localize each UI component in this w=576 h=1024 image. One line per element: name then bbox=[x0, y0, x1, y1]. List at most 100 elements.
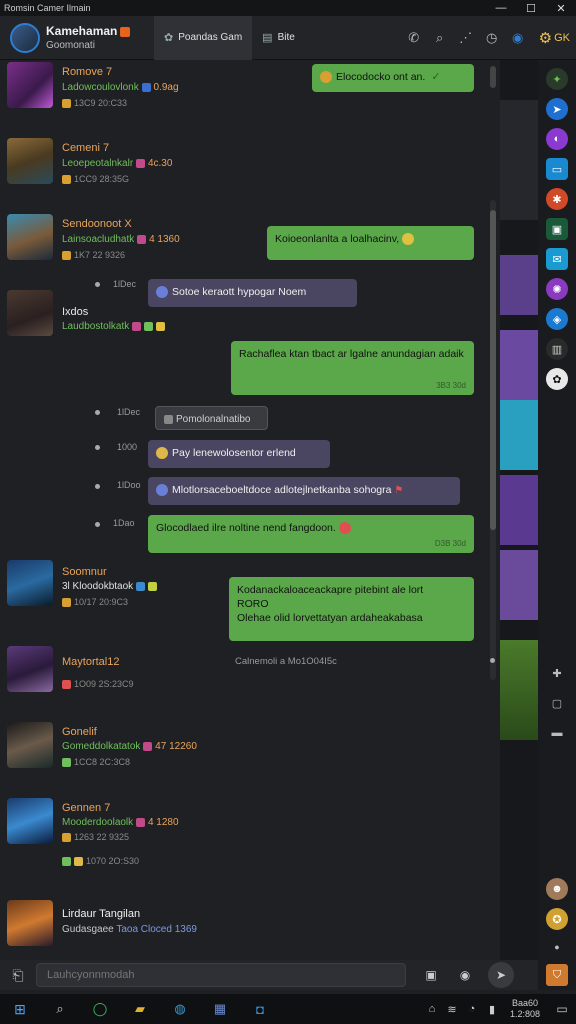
star-icon bbox=[62, 99, 71, 109]
folder-icon[interactable]: ▰ bbox=[120, 1001, 160, 1017]
user-name: Gennen 7 bbox=[62, 802, 111, 814]
app-sidebar: ✦ ➤ ◐ ▭ ✱ ▣ ✉ ✺ ◈ ▥ ✿ ✚ ▢ ▬ ☻ ✪ ● ⛉ bbox=[538, 60, 576, 990]
ball-icon[interactable]: ✿ bbox=[546, 368, 568, 390]
user-name: Sendoonoot X bbox=[62, 218, 132, 230]
toggle-icon[interactable]: ▥ bbox=[546, 338, 568, 360]
maximize-button[interactable]: ☐ bbox=[516, 2, 546, 15]
tab-poandas-gam[interactable]: ✿ Poandas Gam bbox=[154, 15, 253, 60]
controller-icon[interactable]: ▢ bbox=[546, 692, 568, 714]
user-avatar[interactable] bbox=[7, 138, 53, 184]
share-icon[interactable]: ⋰ bbox=[453, 30, 479, 46]
mail-icon[interactable]: ◐ bbox=[546, 128, 568, 150]
user-avatar[interactable] bbox=[7, 646, 53, 692]
message-bubble[interactable]: Mlotlorsaceboeltdoce adlotejlnetkanba so… bbox=[148, 477, 460, 505]
emoji-icon bbox=[320, 71, 332, 84]
compass-icon[interactable]: ◉ bbox=[505, 30, 531, 46]
message-bubble[interactable]: Glocodlaed ilre noltine nend fangdoon. D… bbox=[148, 515, 474, 553]
flag-icon bbox=[120, 26, 131, 37]
emoji-icon[interactable]: ◉ bbox=[448, 968, 482, 982]
message-icon[interactable]: ▭ bbox=[546, 158, 568, 180]
send-button[interactable]: ➤ bbox=[488, 962, 514, 988]
battery-icon[interactable]: ▮ bbox=[482, 1003, 502, 1016]
user-avatar[interactable] bbox=[10, 22, 40, 53]
message-bubble[interactable]: Pay lenewolosentor erlend bbox=[148, 440, 330, 468]
message-bubble[interactable]: Kodanackaloaceackapre pitebint ale lort R… bbox=[229, 577, 474, 641]
scrollbar-thumb[interactable] bbox=[490, 210, 496, 530]
user-avatar[interactable] bbox=[7, 798, 53, 844]
windows-start-icon[interactable]: ⊞ bbox=[0, 1001, 40, 1018]
message-bubble[interactable]: Koioeonlanlta a loalhacinv, bbox=[267, 226, 474, 260]
user-name: Maytortal12 bbox=[62, 656, 120, 668]
message-text: Pomolonalnatibo bbox=[176, 414, 251, 425]
user-subtitle: Mooderdoolaolk bbox=[62, 817, 134, 828]
clock-icon[interactable]: ◷ bbox=[479, 30, 505, 46]
title-bar: Romsin Camer Ilmain — ☐ ✕ bbox=[0, 0, 576, 16]
user-number: 4c.30 bbox=[147, 158, 173, 169]
user-avatar[interactable] bbox=[7, 722, 53, 768]
bookmark-icon[interactable]: ✱ bbox=[546, 188, 568, 210]
timeline-dot bbox=[95, 410, 100, 415]
badge-icon bbox=[132, 321, 142, 331]
message-bubble[interactable]: Pomolonalnatibo bbox=[155, 406, 268, 430]
app-icon[interactable]: ◘ bbox=[240, 1002, 280, 1017]
minimize-button[interactable]: — bbox=[486, 2, 516, 14]
tab-bite[interactable]: ▤ Bite bbox=[252, 16, 305, 60]
star-icon bbox=[62, 833, 71, 843]
phone-icon[interactable]: ✆ bbox=[401, 30, 427, 46]
close-button[interactable]: ✕ bbox=[546, 2, 576, 15]
bell-icon[interactable]: ● bbox=[546, 936, 568, 958]
browser-icon[interactable]: ◍ bbox=[160, 1001, 200, 1017]
drop-icon[interactable]: ◈ bbox=[546, 308, 568, 330]
chat-area[interactable]: Romove 7 Ladowcoulovlonk 0.9ag 13C9 20:C… bbox=[0, 60, 500, 960]
circle-icon[interactable]: ◯ bbox=[80, 1001, 120, 1017]
game-icon bbox=[156, 286, 168, 299]
network-icon[interactable]: ⌂ bbox=[422, 1003, 442, 1015]
file-icon bbox=[164, 414, 173, 424]
message-bubble[interactable]: Sotoe keraott hypogar Noem bbox=[148, 279, 357, 307]
message-input[interactable] bbox=[36, 963, 406, 987]
badge-icon bbox=[62, 758, 71, 768]
extra-time: 1070 2O:S30 bbox=[86, 856, 140, 866]
user-avatar[interactable] bbox=[7, 560, 53, 606]
user-avatar[interactable] bbox=[7, 214, 53, 260]
shield-icon[interactable]: ⛉ bbox=[546, 964, 568, 986]
system-time: 1Dao bbox=[113, 518, 135, 528]
calendar-icon[interactable]: ▦ bbox=[200, 1001, 240, 1017]
trophy-icon[interactable]: ✪ bbox=[546, 908, 568, 930]
attach-icon[interactable]: ⎗ bbox=[0, 967, 36, 984]
user-subtitle: Lainsoacludhatk bbox=[62, 234, 135, 245]
user-avatar[interactable] bbox=[7, 62, 53, 108]
user-number: 4 1360 bbox=[149, 234, 180, 245]
badge-icon bbox=[143, 741, 153, 751]
search-icon[interactable]: ⌕ bbox=[427, 30, 453, 46]
user-avatar[interactable] bbox=[7, 290, 53, 336]
profile-icon[interactable]: ☻ bbox=[546, 878, 568, 900]
search-icon[interactable]: ⌕ bbox=[40, 1001, 80, 1017]
wifi-icon[interactable]: ≋ bbox=[442, 1003, 462, 1016]
card-icon[interactable]: ▣ bbox=[546, 218, 568, 240]
telegram-icon[interactable]: ➤ bbox=[546, 98, 568, 120]
puzzle-icon[interactable]: ✚ bbox=[546, 662, 568, 684]
emoji-icon bbox=[156, 321, 166, 331]
timeline-dot bbox=[490, 658, 495, 663]
message-bubble[interactable]: Rachaflea ktan tbact ar lgalne anundagia… bbox=[231, 341, 474, 395]
leaf-icon[interactable]: ✦ bbox=[546, 68, 568, 90]
volume-icon[interactable]: ◔ bbox=[462, 1003, 482, 1015]
user-time: 1CC9 28:35G bbox=[74, 174, 130, 184]
tab-label: Bite bbox=[277, 32, 295, 43]
notification-icon[interactable]: ▭ bbox=[548, 1002, 576, 1016]
scrollbar-top[interactable] bbox=[490, 66, 496, 88]
user-name: Cemeni 7 bbox=[62, 142, 110, 154]
message-bubble[interactable]: Elocodocko ont an. ✓ bbox=[312, 64, 474, 92]
clock[interactable]: Baa60 1.2:808 bbox=[510, 998, 540, 1020]
chat-icon[interactable]: ✉ bbox=[546, 248, 568, 270]
user-subtitle: Laudbostolkatk bbox=[62, 321, 130, 332]
settings-badge[interactable]: ⚙ GK bbox=[539, 29, 570, 47]
user-avatar[interactable] bbox=[7, 900, 53, 946]
gif-icon[interactable]: ▣ bbox=[414, 968, 448, 982]
message-meta: 3B3 30d bbox=[436, 381, 466, 391]
window-icon[interactable]: ▬ bbox=[546, 722, 568, 744]
system-notice: Calnemoli a Mo1O04I5c bbox=[235, 656, 337, 667]
gem-icon[interactable]: ✺ bbox=[546, 278, 568, 300]
user-time: 1K7 22 9326 bbox=[74, 250, 126, 260]
